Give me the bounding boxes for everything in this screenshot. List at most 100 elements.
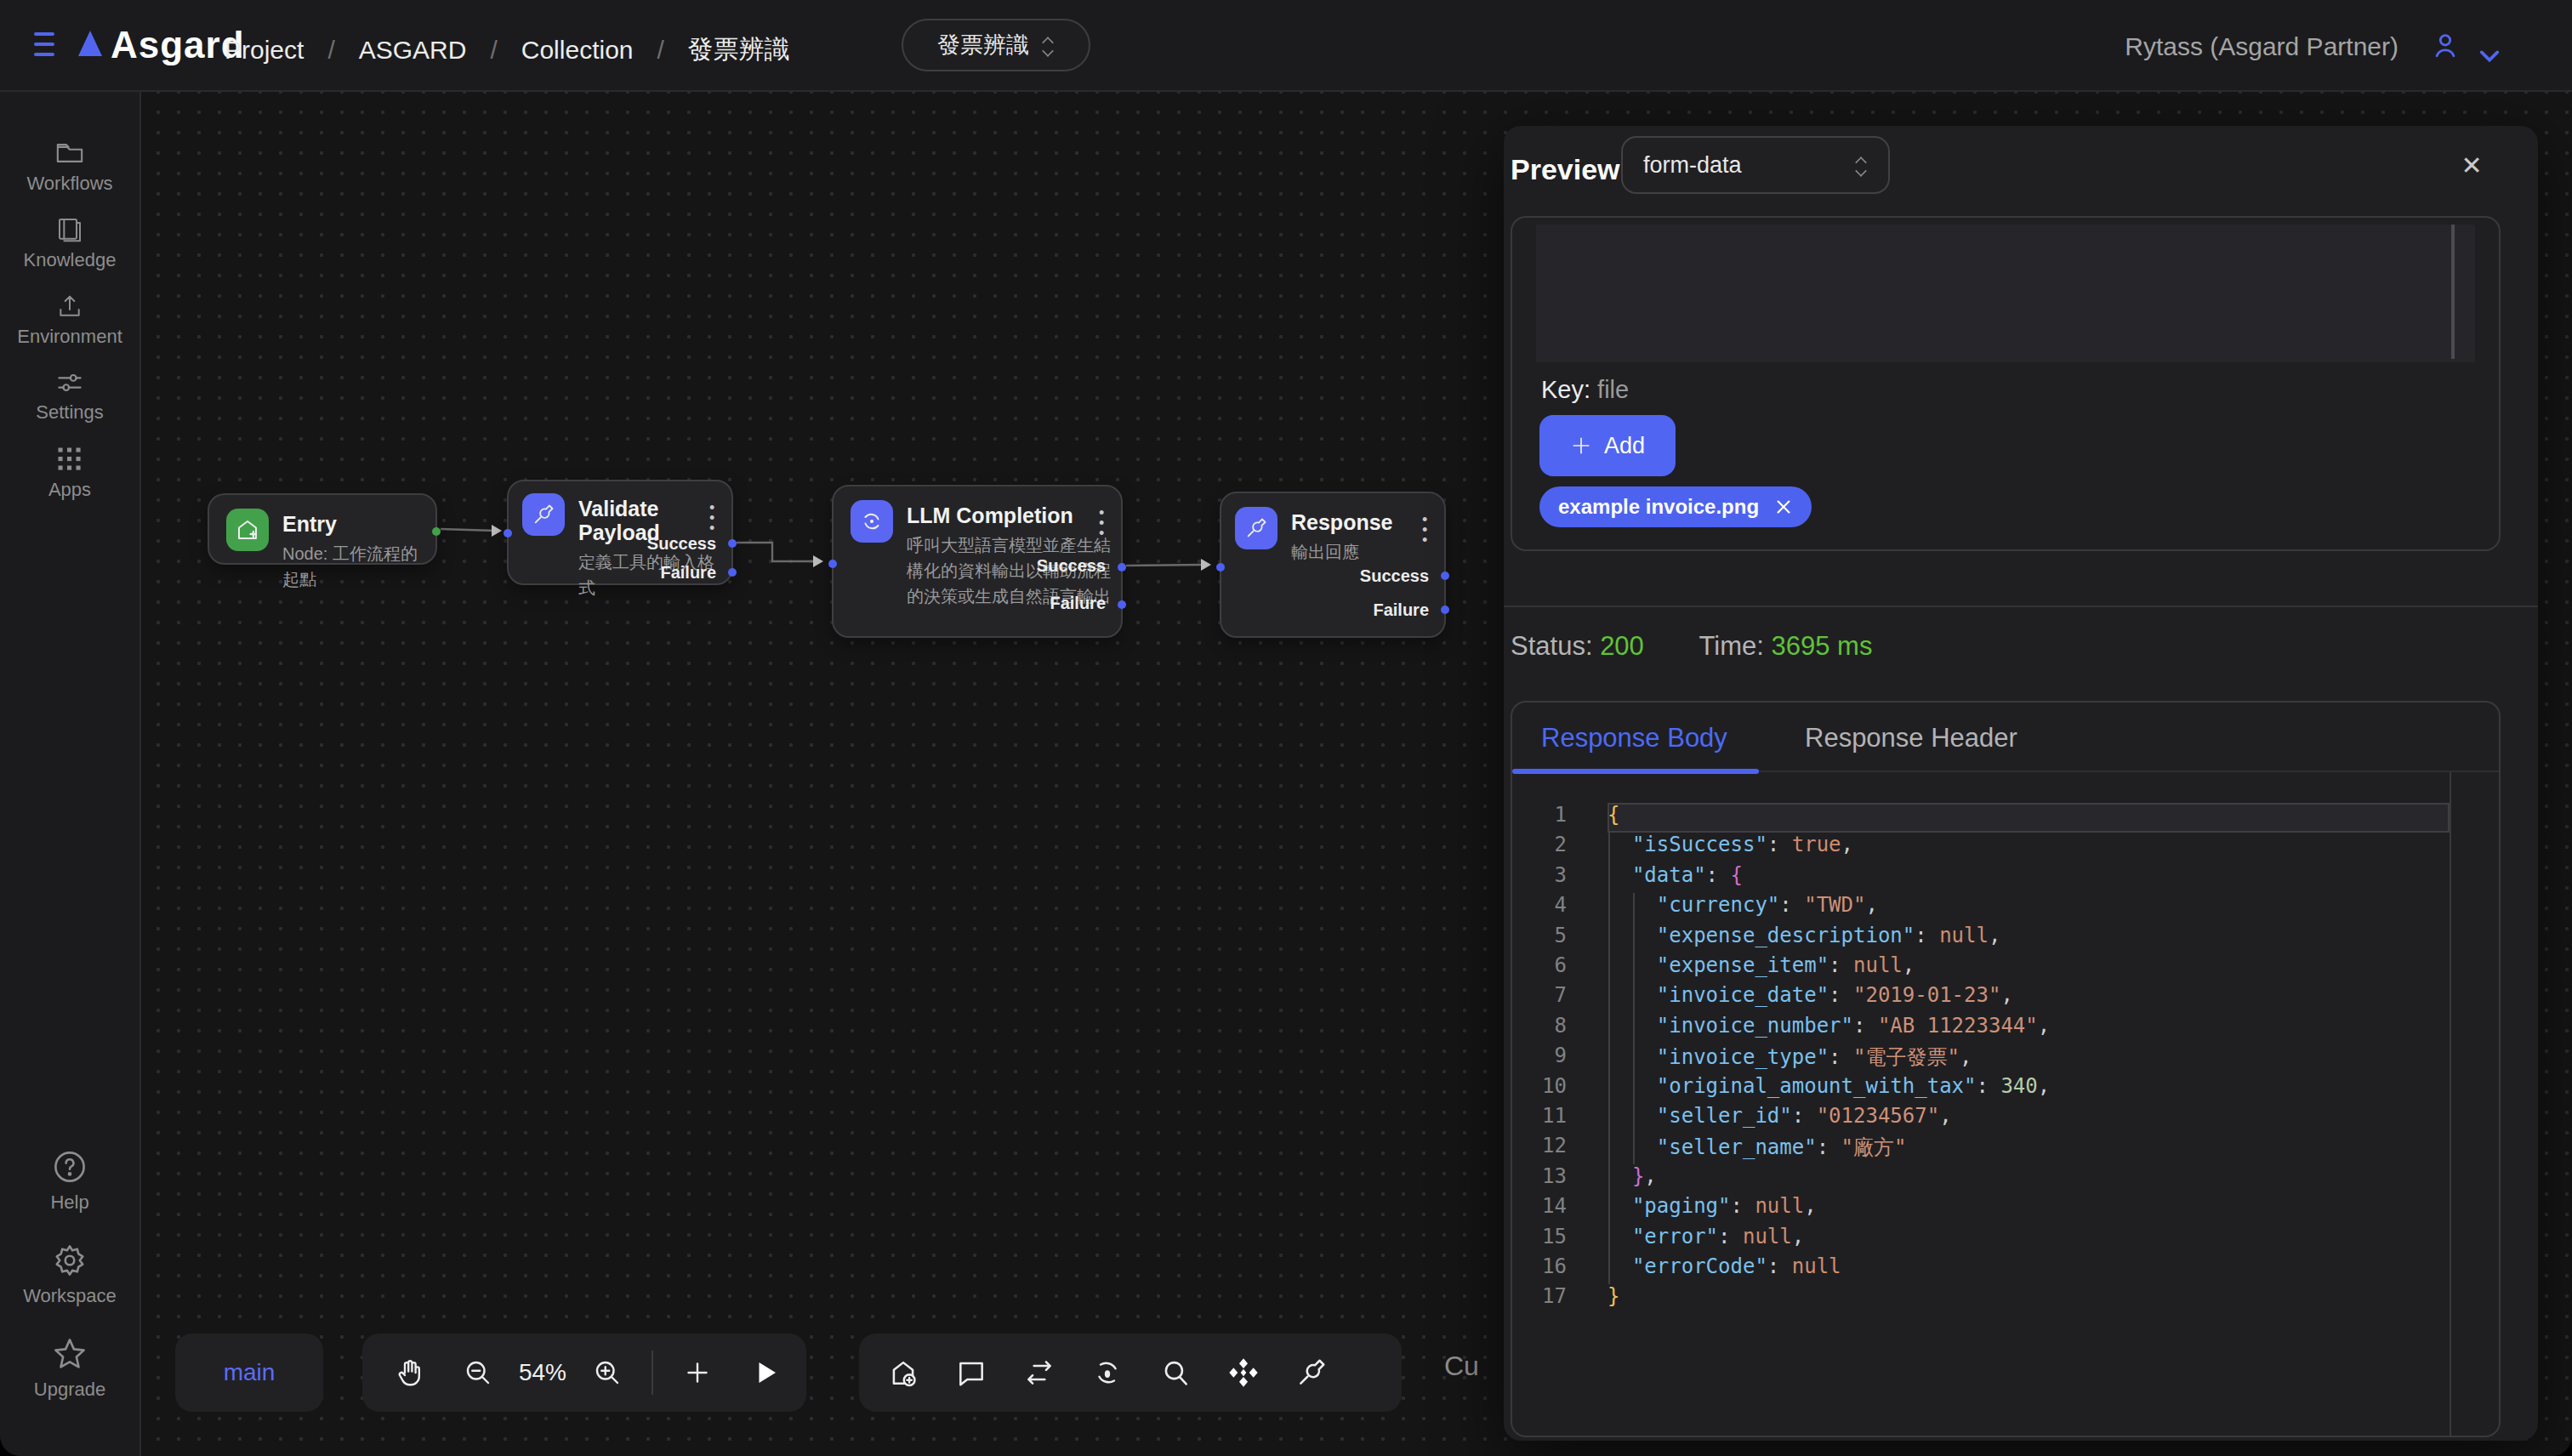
close-panel-icon[interactable]: ✕ [2453, 146, 2490, 184]
code-line: 17} [1512, 1284, 2499, 1314]
llm-input-port-dot[interactable] [828, 560, 837, 568]
breadcrumb-project[interactable]: Project [225, 36, 304, 65]
file-chip[interactable]: example invoice.png [1539, 486, 1812, 527]
llm-failure-port-dot[interactable] [1118, 600, 1126, 609]
code-line: 8 "invoice_number": "AB 11223344", [1512, 1014, 2499, 1044]
node-llm-completion[interactable]: LLM Completion 呼叫大型語言模型並產生結構化的資料輸出以輔助流程的… [832, 485, 1123, 638]
breadcrumb-asgard[interactable]: ASGARD [359, 36, 467, 65]
workflow-select-value: 發票辨識 [937, 30, 1029, 60]
port-failure-label: Failure [1373, 600, 1429, 620]
code-scrollbar-track[interactable] [2450, 772, 2451, 1436]
node-menu-icon[interactable] [709, 502, 716, 532]
code-line: 15 "error": null, [1512, 1225, 2499, 1254]
zoom-out-button[interactable] [444, 1357, 512, 1388]
code-line: 5 "expense_description": null, [1512, 924, 2499, 953]
top-bar: Asgard Project / ASGARD / Collection / 發… [0, 0, 2572, 92]
code-line: 7 "invoice_date": "2019-01-23", [1512, 983, 2499, 1013]
response-input-port-dot[interactable] [1216, 563, 1225, 572]
pan-hand-button[interactable] [376, 1357, 444, 1388]
sidebar-item-label: Apps [48, 479, 91, 501]
code-line: 6 "expense_item": null, [1512, 953, 2499, 983]
code-line: 4 "currency": "TWD", [1512, 893, 2499, 923]
workflow-select[interactable]: 發票辨識 [902, 19, 1090, 71]
file-chip-label: example invoice.png [1558, 495, 1759, 519]
preview-mode-select[interactable]: form-data [1621, 136, 1890, 194]
node-validate-payload[interactable]: Validate Payload 定義工具的輸入格式 Success Failu… [507, 480, 733, 585]
zoom-level: 54% [512, 1359, 573, 1386]
node-menu-icon[interactable] [1099, 507, 1106, 537]
upload-area[interactable] [1536, 225, 2475, 362]
status-label: Status: [1511, 631, 1593, 661]
app-root: Entry Node: 工作流程的起點 Validate Payload 定義工… [0, 0, 2572, 1456]
tab-response-header[interactable]: Response Header [1805, 723, 2017, 754]
key-value: file [1597, 376, 1629, 403]
node-menu-icon[interactable] [1422, 514, 1429, 544]
tools-button[interactable] [1277, 1356, 1346, 1389]
search-button[interactable] [1141, 1356, 1209, 1389]
rerun-node-button[interactable] [1073, 1356, 1141, 1389]
port-success-label: Success [1037, 556, 1106, 576]
status-row: Status: 200 Time: 3695 ms [1511, 631, 1872, 662]
upload-scrollbar[interactable] [2451, 225, 2455, 359]
sidebar-item-label: Workflows [26, 173, 112, 195]
sidebar-item-workflows[interactable]: Workflows [0, 129, 139, 206]
sidebar-item-help[interactable]: Help [0, 1135, 139, 1228]
breadcrumb-current[interactable]: 發票辨識 [688, 32, 790, 67]
validate-input-port-dot[interactable] [504, 529, 512, 537]
code-line: 14 "paging": null, [1512, 1194, 2499, 1224]
response-success-port-dot[interactable] [1441, 572, 1449, 580]
menu-icon[interactable] [34, 32, 54, 56]
validate-success-port-dot[interactable] [728, 539, 737, 548]
response-failure-port-dot[interactable] [1441, 606, 1449, 614]
add-entry-node-button[interactable] [869, 1356, 937, 1389]
code-line: 9 "invoice_type": "電子發票", [1512, 1044, 2499, 1073]
sidebar-item-environment[interactable]: Environment [0, 282, 139, 359]
branch-button[interactable]: main [175, 1334, 323, 1412]
preview-panel: Preview form-data ✕ Key: file Add exampl… [1504, 126, 2538, 1441]
sidebar-item-settings[interactable]: Settings [0, 359, 139, 435]
code-line: 1{ [1512, 803, 2499, 833]
panel-separator [1504, 606, 2538, 607]
time-value: 3695 ms [1772, 631, 1873, 661]
sidebar-item-apps[interactable]: Apps [0, 435, 139, 512]
indent-guide [1633, 893, 1635, 1164]
request-form-box: Key: file Add example invoice.png [1511, 216, 2501, 551]
validate-failure-port-dot[interactable] [728, 568, 737, 577]
account-chevron-icon[interactable] [2478, 39, 2501, 71]
node-entry[interactable]: Entry Node: 工作流程的起點 [208, 493, 437, 565]
code-line: 2 "isSuccess": true, [1512, 833, 2499, 862]
tab-response-body[interactable]: Response Body [1541, 723, 1727, 754]
comment-button[interactable] [937, 1356, 1005, 1389]
code-line: 12 "seller_name": "廠方" [1512, 1134, 2499, 1163]
response-body-code[interactable]: 1{2 "isSuccess": true,3 "data": {4 "curr… [1512, 772, 2499, 1436]
time-label: Time: [1699, 631, 1764, 661]
zoom-in-button[interactable] [573, 1357, 641, 1388]
response-box: Response Body Response Header 1{2 "isSuc… [1511, 701, 2501, 1437]
sidebar-item-workspace[interactable]: Workspace [0, 1228, 139, 1322]
align-nodes-button[interactable] [1209, 1356, 1277, 1390]
validate-node-icon [522, 493, 565, 536]
swap-arrows-button[interactable] [1005, 1356, 1073, 1389]
select-chevrons-icon [1856, 157, 1868, 173]
toolbar-divider [652, 1351, 653, 1395]
add-button[interactable] [663, 1357, 731, 1388]
add-file-button[interactable]: Add [1539, 415, 1676, 476]
code-line: 3 "data": { [1512, 863, 2499, 893]
sidebar-item-knowledge[interactable]: Knowledge [0, 206, 139, 282]
llm-success-port-dot[interactable] [1118, 563, 1126, 572]
user-icon[interactable] [2431, 31, 2460, 66]
port-success-label: Success [647, 534, 716, 554]
entry-output-port-dot[interactable] [432, 527, 441, 536]
response-node-icon [1235, 507, 1277, 549]
remove-file-icon[interactable] [1774, 498, 1793, 516]
code-line: 11 "seller_id": "01234567", [1512, 1104, 2499, 1134]
node-subtitle: 輸出回應 [1291, 539, 1392, 565]
sidebar-item-upgrade[interactable]: Upgrade [0, 1322, 139, 1415]
key-label: Key: [1541, 376, 1590, 403]
run-button[interactable] [731, 1357, 799, 1388]
code-line: 13 }, [1512, 1164, 2499, 1194]
add-file-label: Add [1604, 433, 1645, 459]
node-response[interactable]: Response 輸出回應 Success Failure [1220, 492, 1446, 638]
breadcrumb-collection[interactable]: Collection [521, 36, 634, 65]
select-chevrons-icon [1043, 37, 1055, 53]
